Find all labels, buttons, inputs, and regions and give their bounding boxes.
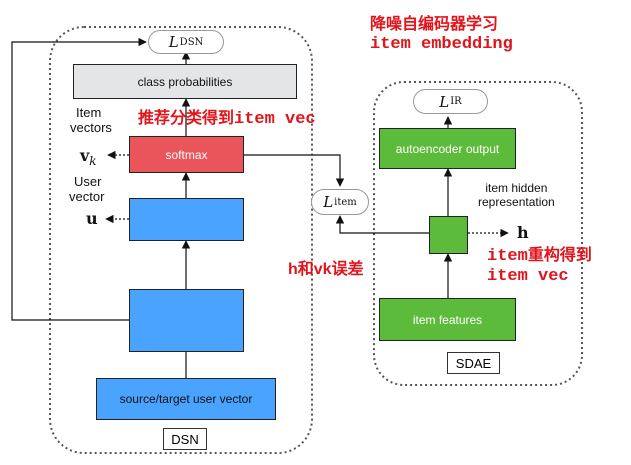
diagram-canvas: L DSN class probabilities softmax source/… — [0, 0, 631, 465]
title-annotation-cn-text: 降噪自编码器学习 — [370, 16, 499, 33]
loss-dsn: L DSN — [148, 30, 224, 54]
hidden-symbol: h — [517, 223, 529, 242]
loss-ir-subscript: IR — [450, 96, 462, 107]
item-hidden-label-line1: item hidden — [485, 181, 548, 195]
softmax-annotation-cn: 推荐分类得到 — [138, 110, 235, 127]
user-vector-label-line1: User — [74, 174, 102, 189]
class-probabilities-box: class probabilities — [73, 64, 297, 99]
loss-item: Litem — [311, 189, 369, 215]
softmax-label: softmax — [165, 147, 208, 162]
softmax-box: softmax — [129, 136, 244, 173]
item-vector-symbol-main: v — [80, 146, 90, 165]
autoencoder-output-label: autoencoder output — [395, 141, 500, 156]
user-vector-symbol: u — [86, 209, 98, 228]
softmax-annotation-en: item vec — [234, 110, 316, 129]
user-vector-symbol-main: u — [86, 209, 98, 228]
title-annotation-en-text: item embedding — [370, 35, 513, 54]
arrow-softmax-to-litem — [244, 154, 345, 187]
loss-dsn-subscript: DSN — [179, 36, 204, 48]
error-annotation-suffix: 误差 — [331, 261, 364, 278]
sdae-tag-label: SDAE — [455, 355, 492, 371]
item-vectors-label-line1: Item — [76, 105, 102, 120]
loss-ir-symbol: L — [439, 92, 450, 111]
reconstruct-annotation-cn: 重构得到 — [527, 247, 592, 264]
item-hidden-label-line2: representation — [478, 194, 555, 209]
input-vector-label: source/target user vector — [119, 392, 253, 406]
dsn-tag: DSN — [163, 428, 207, 450]
sdae-tag: SDAE — [447, 352, 500, 374]
input-vector-box: source/target user vector — [96, 378, 276, 420]
error-annotation-prefix: h和vk — [288, 261, 332, 278]
autoencoder-output-box: autoencoder output — [379, 128, 516, 169]
arrow-hidden-to-litem — [335, 215, 429, 234]
hidden-symbol-main: h — [517, 223, 529, 242]
class-probabilities-label: class probabilities — [137, 74, 233, 89]
item-features-label: item features — [412, 312, 483, 327]
dsn-tag-label: DSN — [171, 431, 199, 447]
softmax-annotation: 推荐分类得到item vec — [138, 104, 316, 129]
user-vector-label-line2: vector — [69, 188, 105, 204]
reconstruct-annotation-line2-text: item vec — [487, 267, 569, 286]
user-vector-layer-box — [129, 198, 244, 241]
item-vector-symbol: vk — [80, 146, 97, 168]
title-annotation-cn: 降噪自编码器学习 — [370, 10, 498, 34]
loss-dsn-symbol: L — [168, 33, 179, 51]
item-hidden-box — [429, 216, 468, 254]
error-annotation: h和vk误差 — [288, 255, 364, 279]
user-vector-label: User vector — [69, 174, 105, 205]
loss-ir: L IR — [413, 89, 488, 114]
title-annotation-en: item embedding — [370, 35, 513, 54]
item-vectors-label-line2: vectors — [70, 119, 112, 135]
item-hidden-label: item hidden representation — [478, 181, 555, 210]
item-vectors-label: Item vectors — [70, 105, 112, 136]
reconstruct-annotation-line1: item重构得到 — [487, 241, 592, 266]
loss-item-symbol: L — [323, 193, 334, 211]
reconstruct-annotation-line2: item vec — [487, 267, 569, 286]
item-vector-symbol-sub: k — [89, 154, 97, 169]
reconstruct-annotation-en: item — [487, 247, 528, 266]
loss-item-subscript: item — [334, 196, 357, 208]
hidden-layer-box — [129, 289, 244, 352]
item-features-box: item features — [379, 298, 516, 341]
